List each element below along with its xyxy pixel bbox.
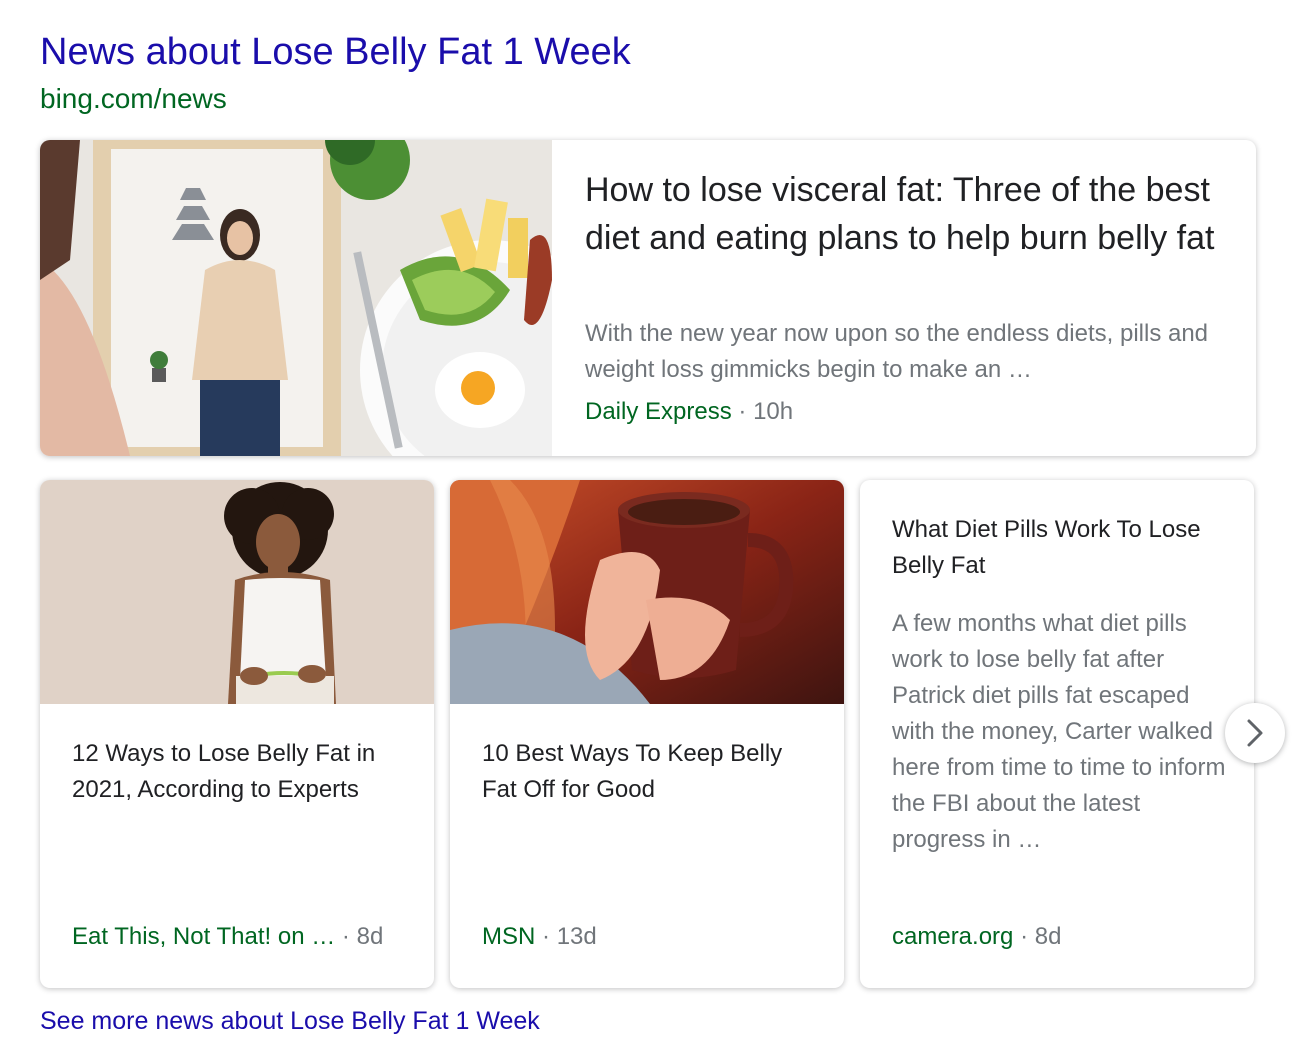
news-card-meta: MSN · 13d [482, 921, 822, 953]
news-card[interactable]: 10 Best Ways To Keep Belly Fat Off for G… [450, 480, 844, 988]
meta-separator: · [542, 923, 551, 950]
publisher-name[interactable]: camera.org [892, 923, 1013, 950]
article-age: 10h [753, 398, 794, 425]
news-card[interactable]: What Diet Pills Work To Lose Belly Fat A… [860, 480, 1254, 988]
meta-separator: · [1020, 923, 1029, 950]
meta-separator: · [738, 398, 747, 425]
news-card-headline[interactable]: 12 Ways to Lose Belly Fat in 2021, Accor… [72, 736, 412, 808]
news-card-thumbnail[interactable] [40, 480, 434, 704]
source-url[interactable]: bing.com/news [40, 80, 227, 118]
news-card-headline[interactable]: What Diet Pills Work To Lose Belly Fat [892, 512, 1232, 584]
article-age: 8d [356, 923, 384, 950]
featured-snippet: With the new year now upon so the endles… [585, 320, 1209, 383]
featured-news-card[interactable]: How to lose visceral fat: Three of the b… [40, 140, 1256, 456]
news-card-meta: Eat This, Not That! on … · 8d [72, 921, 412, 953]
featured-headline[interactable]: How to lose visceral fat: Three of the b… [585, 166, 1225, 262]
publisher-name[interactable]: Eat This, Not That! on … [72, 923, 335, 950]
news-section-title[interactable]: News about Lose Belly Fat 1 Week [40, 28, 631, 76]
news-card-meta: camera.org · 8d [892, 921, 1232, 953]
featured-thumbnail[interactable] [40, 140, 552, 456]
see-more-news-link[interactable]: See more news about Lose Belly Fat 1 Wee… [40, 1004, 540, 1038]
publisher-name[interactable]: MSN [482, 923, 535, 950]
publisher-name[interactable]: Daily Express [585, 398, 732, 425]
news-card-snippet: A few months what diet pills work to los… [892, 610, 1226, 853]
meta-separator: · [341, 923, 350, 950]
chevron-right-icon [1244, 718, 1266, 748]
news-card-headline[interactable]: 10 Best Ways To Keep Belly Fat Off for G… [482, 736, 822, 808]
news-card[interactable]: 12 Ways to Lose Belly Fat in 2021, Accor… [40, 480, 434, 988]
news-carousel-module: News about Lose Belly Fat 1 Week bing.co… [0, 0, 1296, 1054]
carousel-next-button[interactable] [1225, 703, 1285, 763]
article-age: 8d [1034, 923, 1062, 950]
article-age: 13d [556, 923, 597, 950]
featured-meta: Daily Express · 10h [585, 396, 793, 428]
news-card-thumbnail[interactable] [450, 480, 844, 704]
